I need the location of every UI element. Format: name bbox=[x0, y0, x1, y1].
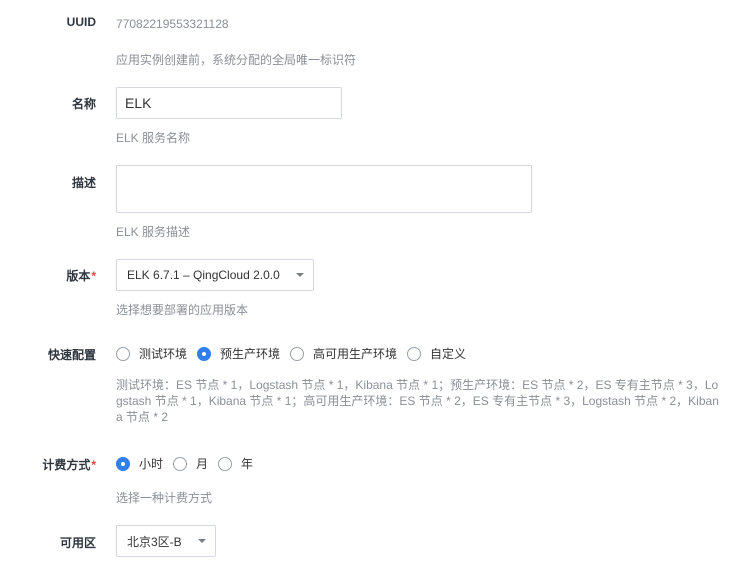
zone-select-value: 北京3区-B bbox=[127, 534, 182, 549]
quick-config-radio-group: 测试环境 预生产环境 高可用生产环境 自定义 bbox=[116, 345, 476, 362]
quick-config-option-custom[interactable]: 自定义 bbox=[407, 345, 466, 362]
uuid-label: UUID bbox=[66, 15, 96, 29]
quick-config-option-preprod[interactable]: 预生产环境 bbox=[197, 345, 280, 362]
radio-checked-icon bbox=[197, 346, 212, 361]
quick-config-option-label: 高可用生产环境 bbox=[313, 347, 398, 361]
chevron-down-icon bbox=[296, 273, 304, 277]
radio-unchecked-icon bbox=[407, 346, 422, 361]
billing-option-label: 年 bbox=[241, 457, 254, 471]
quick-config-option-test[interactable]: 测试环境 bbox=[116, 345, 187, 362]
zone-label: 可用区 bbox=[59, 536, 96, 550]
name-input[interactable]: ELK bbox=[116, 87, 342, 119]
quick-config-help: 测试环境：ES 节点 * 1，Logstash 节点 * 1，Kibana 节点… bbox=[116, 378, 719, 424]
uuid-help: 应用实例创建前，系统分配的全局唯一标识符 bbox=[116, 53, 357, 67]
billing-required-mark: * bbox=[91, 458, 96, 472]
radio-checked-icon bbox=[116, 456, 130, 471]
quick-config-label: 快速配置 bbox=[47, 348, 96, 362]
version-label-text: 版本 bbox=[66, 269, 91, 283]
zone-select[interactable]: 北京3区-B bbox=[116, 525, 216, 557]
description-help: ELK 服务描述 bbox=[116, 225, 191, 239]
radio-unchecked-icon bbox=[116, 346, 130, 361]
billing-help: 选择一种计费方式 bbox=[116, 491, 213, 505]
chevron-down-icon bbox=[198, 539, 206, 543]
quick-config-option-label: 预生产环境 bbox=[220, 347, 281, 361]
billing-option-year[interactable]: 年 bbox=[218, 455, 253, 472]
version-required-mark: * bbox=[91, 269, 96, 283]
billing-option-month[interactable]: 月 bbox=[173, 455, 208, 472]
billing-label-text: 计费方式 bbox=[42, 458, 91, 472]
radio-unchecked-icon bbox=[173, 456, 188, 471]
radio-unchecked-icon bbox=[218, 456, 233, 471]
uuid-value: 77082219553321128 bbox=[116, 17, 229, 31]
billing-label: 计费方式* bbox=[0, 456, 96, 473]
version-select[interactable]: ELK 6.7.1 – QingCloud 2.0.0 bbox=[116, 259, 314, 291]
version-select-value: ELK 6.7.1 – QingCloud 2.0.0 bbox=[127, 268, 280, 282]
description-textarea[interactable] bbox=[116, 165, 532, 213]
quick-config-option-ha-prod[interactable]: 高可用生产环境 bbox=[290, 345, 397, 362]
description-label: 描述 bbox=[71, 176, 96, 190]
billing-option-label: 月 bbox=[196, 457, 209, 471]
version-label: 版本* bbox=[0, 267, 96, 284]
version-help: 选择想要部署的应用版本 bbox=[116, 303, 249, 317]
quick-config-option-label: 自定义 bbox=[430, 347, 467, 361]
billing-option-hour[interactable]: 小时 bbox=[116, 455, 163, 472]
radio-unchecked-icon bbox=[290, 346, 305, 361]
quick-config-option-label: 测试环境 bbox=[139, 347, 188, 361]
name-input-value: ELK bbox=[125, 95, 152, 111]
name-help: ELK 服务名称 bbox=[116, 131, 191, 145]
billing-radio-group: 小时 月 年 bbox=[116, 455, 263, 472]
name-label: 名称 bbox=[71, 97, 96, 111]
billing-option-label: 小时 bbox=[139, 457, 164, 471]
